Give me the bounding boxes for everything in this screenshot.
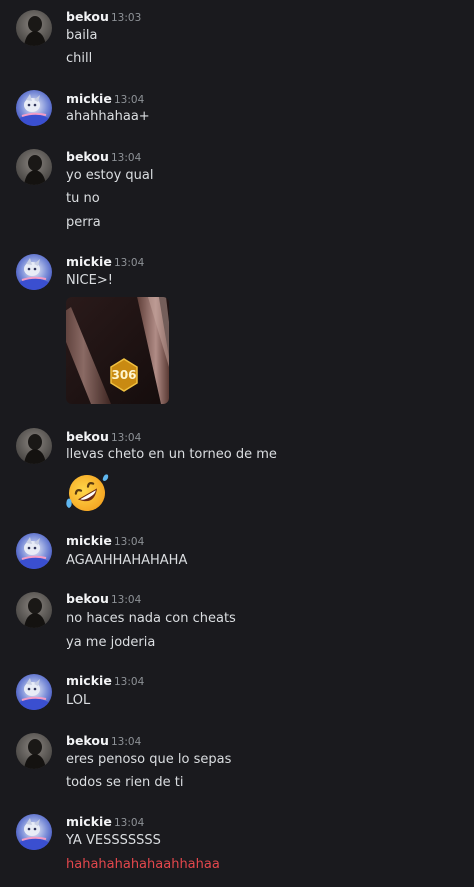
avatar[interactable] — [16, 149, 52, 185]
avatar[interactable] — [16, 674, 52, 710]
username[interactable]: bekou — [66, 733, 109, 749]
dark-silhouette-avatar-icon — [16, 733, 52, 769]
timestamp: 13:04 — [111, 432, 142, 444]
gif-badge-text: 306 — [111, 368, 136, 382]
username[interactable]: mickie — [66, 533, 112, 549]
username[interactable]: mickie — [66, 91, 112, 107]
dark-silhouette-avatar-icon — [16, 428, 52, 464]
timestamp: 13:04 — [114, 257, 145, 269]
avatar[interactable] — [16, 10, 52, 46]
message-text: ya me joderia — [66, 635, 156, 650]
message-text: NICE>! — [66, 273, 113, 288]
timestamp: 13:04 — [111, 152, 142, 164]
username[interactable]: bekou — [66, 429, 109, 445]
timestamp: 13:04 — [111, 594, 142, 606]
message-text: ahahhahaa+ — [66, 109, 150, 124]
message-text: AGAAHHAHAHAHA — [66, 553, 188, 568]
username[interactable]: bekou — [66, 9, 109, 25]
message-text: perra — [66, 215, 101, 230]
timestamp: 13:04 — [114, 817, 145, 829]
timestamp: 13:04 — [114, 536, 145, 548]
username[interactable]: mickie — [66, 814, 112, 830]
timestamp: 13:04 — [111, 736, 142, 748]
avatar[interactable] — [16, 533, 52, 569]
timestamp: 13:03 — [111, 12, 142, 24]
message-text: eres penoso que lo sepas — [66, 752, 232, 767]
message-text: chill — [66, 51, 93, 66]
avatar[interactable] — [16, 90, 52, 126]
blue-anime-character-avatar-icon — [16, 90, 52, 126]
gif-attachment[interactable]: 306 — [66, 297, 169, 404]
rolling-on-floor-laughing-emoji-icon[interactable] — [64, 470, 110, 516]
message-text-highlighted: hahahahahahaahhahaa — [66, 857, 220, 872]
message-text: tu no — [66, 191, 100, 206]
blue-anime-character-avatar-icon — [16, 254, 52, 290]
timestamp: 13:04 — [114, 676, 145, 688]
username[interactable]: mickie — [66, 673, 112, 689]
avatar[interactable] — [16, 592, 52, 628]
timestamp: 13:04 — [114, 94, 145, 106]
message-text: no haces nada con cheats — [66, 611, 236, 626]
avatar[interactable] — [16, 814, 52, 850]
username[interactable]: bekou — [66, 591, 109, 607]
dark-silhouette-avatar-icon — [16, 10, 52, 46]
avatar[interactable] — [16, 428, 52, 464]
blue-anime-character-avatar-icon — [16, 674, 52, 710]
message-text: YA VESSSSSSS — [66, 833, 161, 848]
message-text: LOL — [66, 693, 91, 708]
username[interactable]: mickie — [66, 254, 112, 270]
blue-anime-character-avatar-icon — [16, 814, 52, 850]
dark-silhouette-avatar-icon — [16, 592, 52, 628]
dark-silhouette-avatar-icon — [16, 149, 52, 185]
message-text: llevas cheto en un torneo de me — [66, 447, 277, 462]
avatar[interactable] — [16, 733, 52, 769]
avatar[interactable] — [16, 254, 52, 290]
message-text: todos se rien de ti — [66, 775, 184, 790]
message-text: yo estoy qual — [66, 168, 154, 183]
username[interactable]: bekou — [66, 149, 109, 165]
message-text: baila — [66, 28, 98, 43]
gif-image: 306 — [66, 297, 169, 404]
blue-anime-character-avatar-icon — [16, 533, 52, 569]
